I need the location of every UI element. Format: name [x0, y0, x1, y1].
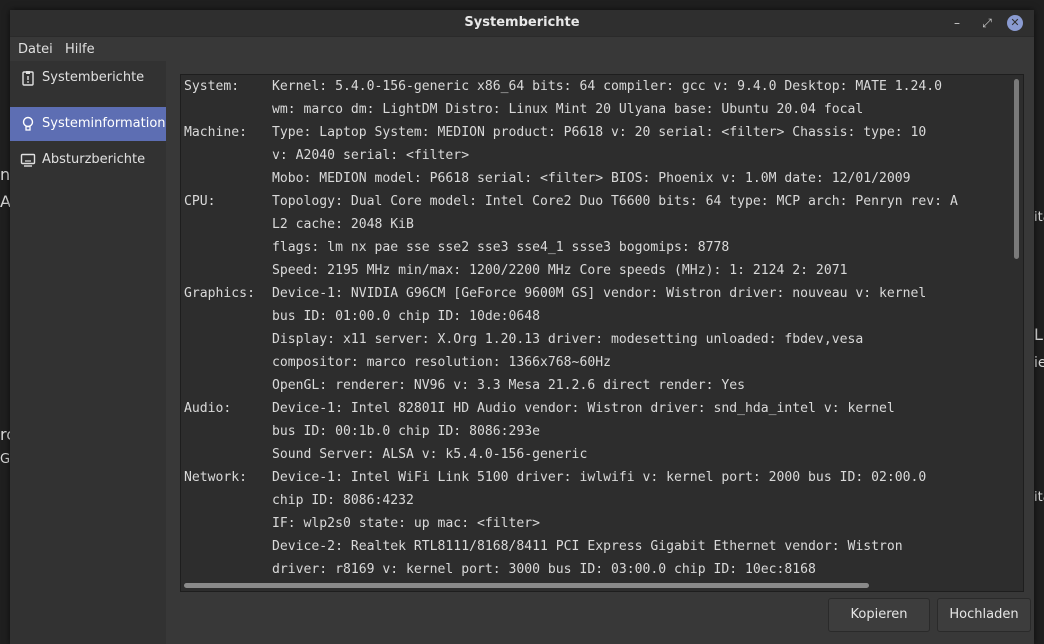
report-line-key: Graphics: — [184, 286, 255, 301]
report-line-key: System: — [184, 79, 240, 94]
report-line: wm: marco dm: LightDM Distro: Linux Mint… — [184, 98, 1005, 121]
report-line: bus ID: 00:1b.0 chip ID: 8086:293e — [184, 420, 1005, 443]
system-info-lines: System: Kernel: 5.4.0-156-generic x86_64 … — [184, 75, 1005, 581]
report-line-text: compositor: marco resolution: 1366x768~6… — [272, 355, 611, 370]
sidebar-item-absturzberichte[interactable]: Absturzberichte — [10, 143, 166, 177]
report-line: IF: wlp2s0 state: up mac: <filter> — [184, 512, 1005, 535]
report-line-text: Sound Server: ALSA v: k5.4.0-156-generic — [272, 447, 588, 462]
title-bar[interactable]: Systemberichte – ⤢ ✕ — [10, 10, 1034, 37]
report-line-text: flags: lm nx pae sse sse2 sse3 sse4_1 ss… — [272, 240, 730, 255]
report-icon — [20, 70, 36, 86]
report-line-text: Mobo: MEDION model: P6618 serial: <filte… — [272, 171, 911, 186]
report-line: Machine: Type: Laptop System: MEDION prod… — [184, 121, 1005, 144]
report-line: System: Kernel: 5.4.0-156-generic x86_64 … — [184, 75, 1005, 98]
report-line-key: CPU: — [184, 194, 216, 209]
report-line: Network: Device-1: Intel WiFi Link 5100 d… — [184, 466, 1005, 489]
copy-button[interactable]: Kopieren — [828, 598, 930, 632]
vertical-scrollbar[interactable] — [1012, 79, 1020, 573]
report-line-text: Speed: 2195 MHz min/max: 1200/2200 MHz C… — [272, 263, 848, 278]
report-line-text: Device-2: Realtek RTL8111/8168/8411 PCI … — [272, 539, 903, 554]
report-line: Sound Server: ALSA v: k5.4.0-156-generic — [184, 443, 1005, 466]
sidebar-item-systemberichte[interactable]: Systemberichte — [10, 61, 166, 95]
sidebar-item-label: Absturzberichte — [42, 152, 146, 167]
report-line: Device-2: Realtek RTL8111/8168/8411 PCI … — [184, 535, 1005, 558]
vertical-scroll-thumb[interactable] — [1014, 79, 1019, 259]
background-text: L — [1034, 325, 1043, 344]
report-line-text: Device-1: Intel WiFi Link 5100 driver: i… — [272, 470, 927, 485]
report-line: flags: lm nx pae sse sse2 sse3 sse4_1 ss… — [184, 236, 1005, 259]
minimize-button[interactable]: – — [948, 14, 966, 32]
report-line: Audio: Device-1: Intel 82801I HD Audio ve… — [184, 397, 1005, 420]
report-line: CPU: Topology: Dual Core model: Intel Cor… — [184, 190, 1005, 213]
report-line-text: OpenGL: renderer: NV96 v: 3.3 Mesa 21.2.… — [272, 378, 745, 393]
report-line-text: Device-1: NVIDIA G96CM [GeForce 9600M GS… — [272, 286, 927, 301]
report-line-text: v: A2040 serial: <filter> — [272, 148, 470, 163]
report-line: Graphics: Device-1: NVIDIA G96CM [GeForce… — [184, 282, 1005, 305]
report-line: chip ID: 8086:4232 — [184, 489, 1005, 512]
report-line: Mobo: MEDION model: P6618 serial: <filte… — [184, 167, 1005, 190]
background-text: ita — [1034, 490, 1044, 505]
horizontal-scrollbar[interactable] — [183, 581, 1009, 589]
report-line: compositor: marco resolution: 1366x768~6… — [184, 351, 1005, 374]
report-line-key: Machine: — [184, 125, 248, 140]
menu-hilfe[interactable]: Hilfe — [65, 42, 95, 57]
system-info-textview[interactable]: System: Kernel: 5.4.0-156-generic x86_64 … — [180, 74, 1024, 592]
sidebar-item-systeminformation[interactable]: Systeminformation — [10, 107, 166, 141]
report-line-text: bus ID: 00:1b.0 chip ID: 8086:293e — [272, 424, 541, 439]
system-reports-window: Systemberichte – ⤢ ✕ Datei Hilfe Systemb… — [10, 10, 1034, 644]
report-line: driver: r8169 v: kernel port: 3000 bus I… — [184, 558, 1005, 581]
menu-bar: Datei Hilfe — [10, 37, 1034, 61]
report-line-key: Network: — [184, 470, 248, 485]
upload-button[interactable]: Hochladen — [937, 598, 1031, 632]
report-line-text: Topology: Dual Core model: Intel Core2 D… — [272, 194, 958, 209]
background-text: ie — [1034, 355, 1044, 371]
report-line: OpenGL: renderer: NV96 v: 3.3 Mesa 21.2.… — [184, 374, 1005, 397]
report-line-text: IF: wlp2s0 state: up mac: <filter> — [272, 516, 541, 531]
window-title: Systemberichte — [464, 15, 580, 30]
report-line-text: Type: Laptop System: MEDION product: P66… — [272, 125, 927, 140]
horizontal-scroll-thumb[interactable] — [184, 583, 869, 588]
monitor-icon — [20, 152, 36, 168]
background-text: ita — [1034, 210, 1044, 225]
report-line-text: wm: marco dm: LightDM Distro: Linux Mint… — [272, 102, 864, 117]
report-line: Display: x11 server: X.Org 1.20.13 drive… — [184, 328, 1005, 351]
content-panel: System: Kernel: 5.4.0-156-generic x86_64 … — [166, 61, 1034, 644]
report-line-text: chip ID: 8086:4232 — [272, 493, 414, 508]
lightbulb-icon — [20, 116, 36, 132]
report-line: v: A2040 serial: <filter> — [184, 144, 1005, 167]
menu-datei[interactable]: Datei — [18, 42, 53, 57]
report-line-text: Kernel: 5.4.0-156-generic x86_64 bits: 6… — [272, 79, 943, 94]
sidebar-item-label: Systemberichte — [42, 70, 145, 85]
restore-button[interactable]: ⤢ — [978, 14, 996, 32]
sidebar-item-label: Systeminformation — [42, 116, 166, 131]
sidebar: Systemberichte Systeminformation Absturz… — [10, 61, 166, 644]
report-line: Speed: 2195 MHz min/max: 1200/2200 MHz C… — [184, 259, 1005, 282]
report-line: L2 cache: 2048 KiB — [184, 213, 1005, 236]
report-line: bus ID: 01:00.0 chip ID: 10de:0648 — [184, 305, 1005, 328]
close-button[interactable]: ✕ — [1007, 15, 1023, 31]
report-line-text: Display: x11 server: X.Org 1.20.13 drive… — [272, 332, 864, 347]
report-line-text: L2 cache: 2048 KiB — [272, 217, 414, 232]
report-line-text: driver: r8169 v: kernel port: 3000 bus I… — [272, 562, 816, 577]
report-line-key: Audio: — [184, 401, 232, 416]
report-line-text: bus ID: 01:00.0 chip ID: 10de:0648 — [272, 309, 541, 324]
report-line-text: Device-1: Intel 82801I HD Audio vendor: … — [272, 401, 895, 416]
